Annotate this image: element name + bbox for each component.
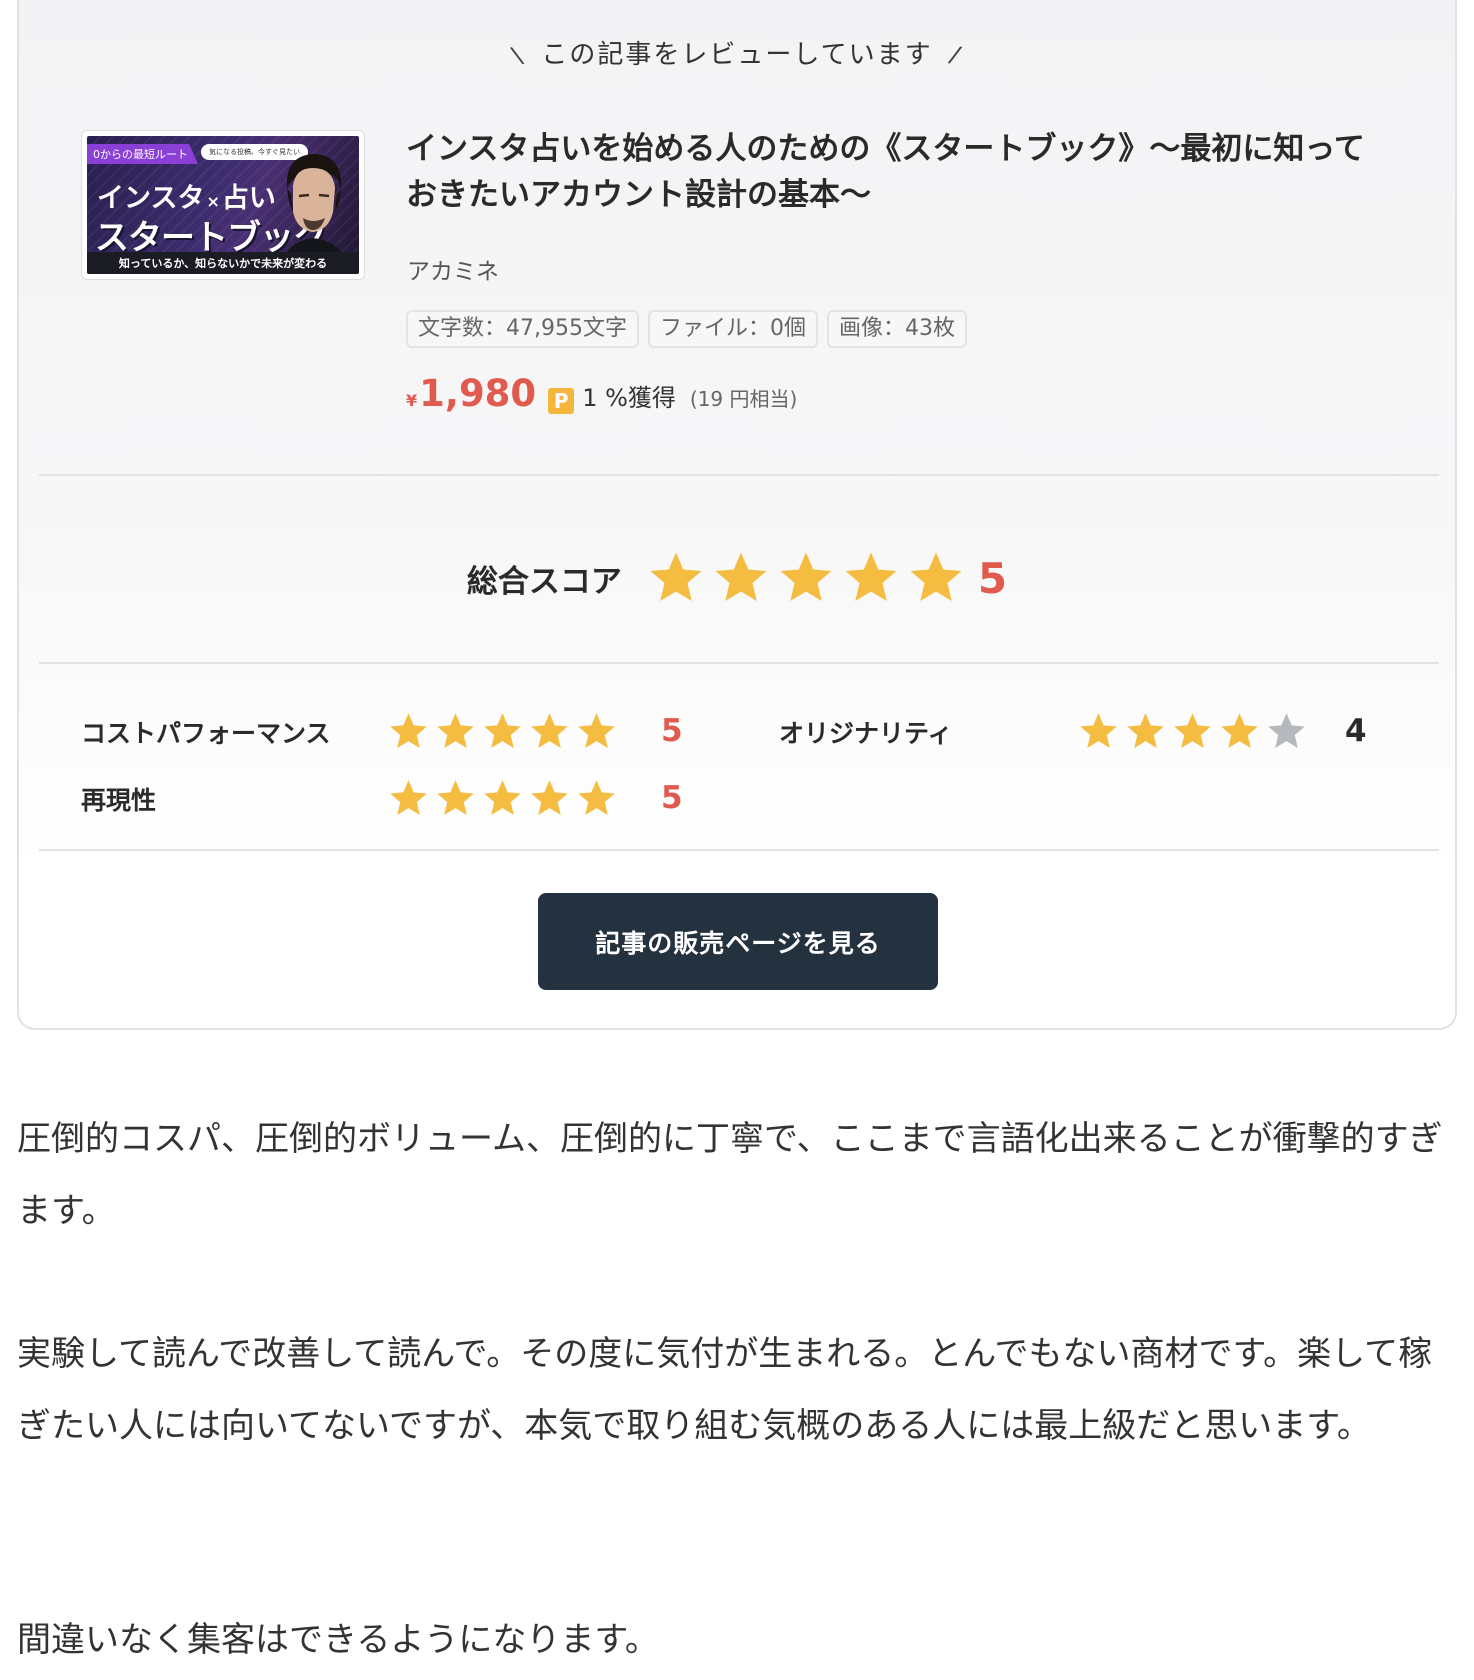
sub-star-rating (1077, 710, 1308, 753)
sub-score-label: 再現性 (81, 786, 157, 815)
star-filled-icon (484, 713, 521, 748)
thumbnail-image: 0からの最短ルート 気になる投稿、今すぐ見たい インスタ ×占い スタートブック … (87, 136, 359, 274)
star-filled-icon (1080, 713, 1117, 748)
star-filled-icon (390, 780, 427, 815)
star-empty-icon (1268, 713, 1305, 748)
sub-star-rating (387, 777, 618, 820)
overall-score-label: 総合スコア (466, 563, 622, 600)
sub-score-originality: オリジナリティ 4 (779, 709, 1399, 755)
star-filled-icon (531, 780, 568, 815)
star-filled-icon (437, 713, 474, 748)
star-filled-icon (578, 713, 615, 748)
point-icon: P (548, 388, 575, 414)
star-filled-icon (1174, 713, 1211, 748)
star-filled-icon (390, 713, 427, 748)
divider (39, 849, 1439, 851)
star-filled-icon (650, 552, 702, 601)
article-stats: 文字数：47,955文字 ファイル：0個 画像：43枚 (406, 310, 967, 348)
star-filled-icon (437, 780, 474, 815)
sub-score-value: 5 (661, 780, 683, 816)
review-card: \ この記事をレビューしています / 0からの最短ルート 気になる投稿、今すぐ見たい… (17, 0, 1457, 1030)
overall-star-rating (646, 548, 966, 608)
star-filled-icon (1221, 713, 1258, 748)
star-filled-icon (910, 552, 962, 601)
sub-star-rating (387, 710, 618, 753)
thumbnail-tag: 0からの最短ルート (87, 144, 198, 164)
sub-score-value: 4 (1345, 713, 1367, 749)
star-filled-icon (1127, 713, 1164, 748)
stat-chip-characters: 文字数：47,955文字 (406, 310, 639, 348)
review-paragraph: 実験して読んで改善して読んで。その度に気付が生まれる。とんでもない商材です。楽し… (17, 1334, 1433, 1446)
star-filled-icon (845, 552, 897, 601)
view-sales-page-button[interactable]: 記事の販売ページを見る (538, 893, 938, 990)
point-rate: 1 %獲得 (582, 384, 676, 412)
divider (39, 474, 1439, 476)
price-row: ¥ 1,980 P 1 %獲得 (19 円相当) (406, 372, 797, 415)
thumbnail-footer: 知っているか、知らないかで未来が変わる (87, 252, 359, 274)
sub-score-label: コストパフォーマンス (81, 719, 331, 748)
author-name[interactable]: アカミネ (407, 252, 499, 286)
point-equivalent: (19 円相当) (689, 387, 798, 411)
star-filled-icon (484, 780, 521, 815)
sub-score-label: オリジナリティ (779, 719, 953, 748)
stat-chip-images: 画像：43枚 (826, 310, 967, 348)
overall-score-value: 5 (977, 553, 1008, 603)
sub-score-reproducibility: 再現性 5 (81, 776, 683, 822)
article-thumbnail[interactable]: 0からの最短ルート 気になる投稿、今すぐ見たい インスタ ×占い スタートブック … (81, 130, 365, 280)
star-filled-icon (715, 552, 767, 601)
divider (39, 662, 1439, 664)
reviewing-label: この記事をレビューしています (541, 40, 933, 70)
reviewing-banner: \ この記事をレビューしています / (19, 34, 1455, 71)
slash-right-icon: / (946, 40, 966, 70)
sub-score-value: 5 (661, 713, 683, 749)
price-amount: 1,980 (419, 372, 537, 415)
sub-score-cost-performance: コストパフォーマンス 5 (81, 709, 683, 755)
review-paragraph: 間違いなく集客はできるようになります。 (17, 1620, 659, 1660)
yen-symbol: ¥ (406, 391, 418, 410)
review-paragraph: 圧倒的コスパ、圧倒的ボリューム、圧倒的に丁寧で、ここまで言語化出来ることが衝撃的… (17, 1119, 1443, 1231)
star-filled-icon (531, 713, 568, 748)
star-filled-icon (780, 552, 832, 601)
stat-chip-files: ファイル：0個 (647, 310, 818, 348)
overall-score: 総合スコア 5 (19, 548, 1455, 608)
slash-left-icon: \ (508, 40, 528, 70)
star-filled-icon (578, 780, 615, 815)
article-title[interactable]: インスタ占いを始める人のための《スタートブック》〜最初に知っておきたいアカウント… (406, 126, 1386, 218)
